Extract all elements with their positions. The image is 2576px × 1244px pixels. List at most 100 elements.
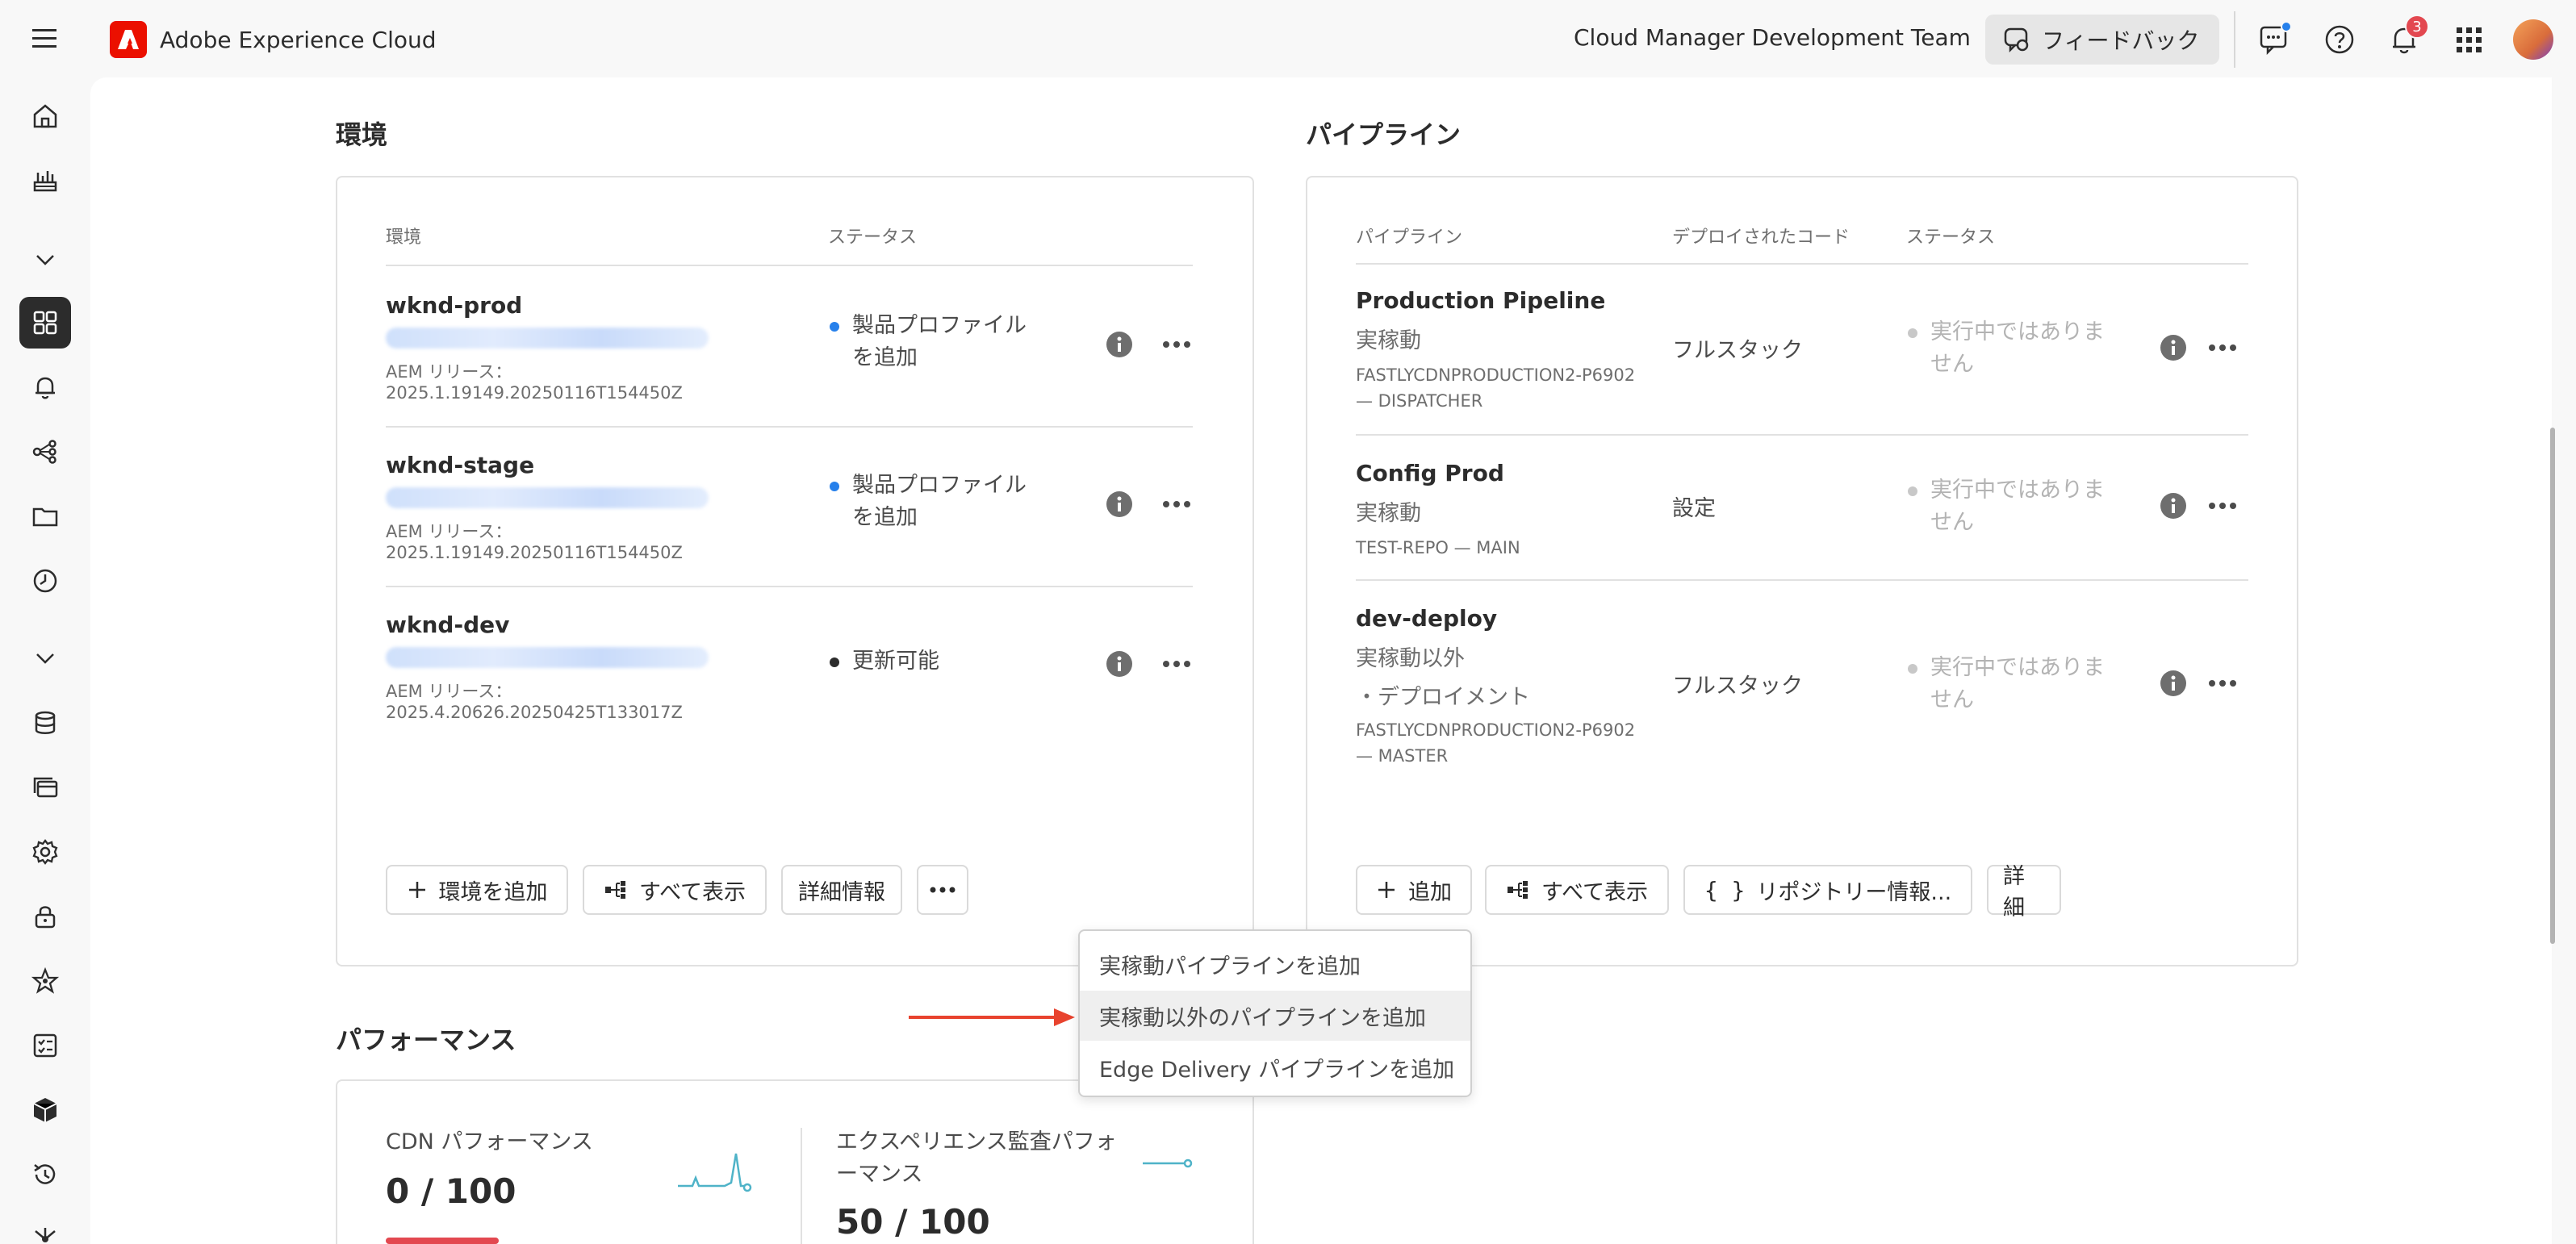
performance-card: CDN パフォーマンス 0 / 100 エクスペリエンス監査パフォ ーマンス 50… — [336, 1079, 1254, 1244]
experience-sparkline-icon — [1143, 1158, 1193, 1168]
cdn-performance-score: 0 / 100 — [386, 1171, 516, 1211]
status-dot — [830, 322, 839, 332]
info-icon[interactable] — [1106, 331, 1133, 358]
pipeline-type: 実稼動以外 — [1356, 646, 1465, 671]
apps-grid-icon[interactable] — [2452, 23, 2486, 56]
status-dot — [1908, 328, 1917, 338]
pipeline-repo-branch: — DISPATCHER — [1356, 391, 1483, 411]
user-avatar[interactable] — [2513, 19, 2553, 60]
more-actions-icon[interactable] — [1159, 491, 1194, 518]
home-icon[interactable] — [19, 90, 71, 142]
scrollbar-track[interactable] — [2552, 77, 2576, 1244]
env-name-wknd-prod[interactable]: wknd-prod — [386, 292, 522, 319]
env-name-wknd-stage[interactable]: wknd-stage — [386, 452, 534, 478]
divider — [386, 426, 1193, 428]
env-release-version: 2025.1.19149.20250116T154450Z — [386, 543, 683, 562]
hamburger-menu-icon[interactable] — [29, 24, 61, 53]
activity-icon[interactable] — [19, 155, 71, 207]
environments-card: 環境 ステータス wknd-prod AEM リリース： 2025.1.1914… — [336, 176, 1254, 966]
performance-section-title: パフォーマンス — [336, 1025, 516, 1055]
divider — [1356, 434, 2248, 436]
more-actions-icon[interactable] — [2205, 492, 2240, 520]
show-all-pipelines-button[interactable]: すべて表示 — [1485, 865, 1669, 915]
env-status-col-header: ステータス — [828, 228, 918, 248]
env-release-version: 2025.1.19149.20250116T154450Z — [386, 383, 683, 403]
more-actions-icon[interactable] — [1159, 331, 1194, 358]
status-text: 実行中ではありま せん — [1930, 478, 2105, 535]
status-dot — [830, 657, 839, 667]
add-pipeline-button[interactable]: 追加 — [1356, 865, 1472, 915]
status-text: 実行中ではありま せん — [1930, 655, 2105, 712]
pipeline-name-production[interactable]: Production Pipeline — [1356, 287, 1605, 314]
environment-more-button[interactable] — [917, 865, 968, 915]
more-actions-icon[interactable] — [2205, 334, 2240, 361]
menu-item-add-production-pipeline[interactable]: 実稼動パイプラインを追加 — [1080, 939, 1470, 989]
menu-item-add-non-production-pipeline[interactable]: 実稼動以外のパイプラインを追加 — [1080, 991, 1470, 1041]
settings-gear-icon[interactable] — [19, 826, 71, 878]
star-network-icon[interactable] — [19, 955, 71, 1007]
dashboard-icon[interactable] — [19, 297, 71, 349]
add-pipeline-menu: 実稼動パイプラインを追加 実稼動以外のパイプラインを追加 Edge Delive… — [1078, 929, 1472, 1097]
info-icon[interactable] — [2160, 492, 2187, 520]
help-icon[interactable] — [2323, 23, 2356, 56]
brand[interactable]: Adobe Experience Cloud — [110, 21, 437, 58]
redacted-url — [386, 487, 709, 508]
status-text[interactable]: 製品プロファイル を追加 — [852, 470, 1027, 534]
bell-icon[interactable] — [19, 361, 71, 413]
pipelines-card: パイプライン デプロイされたコード ステータス Production Pipel… — [1306, 176, 2298, 966]
network-nodes-icon[interactable] — [19, 1213, 71, 1244]
show-all-environments-button[interactable]: すべて表示 — [583, 865, 767, 915]
repository-info-button[interactable]: { } リポジトリー情報... — [1683, 865, 1972, 915]
env-release-version: 2025.4.20626.20250425T133017Z — [386, 703, 683, 722]
more-actions-icon[interactable] — [2205, 670, 2240, 697]
scrollbar-thumb[interactable] — [2550, 428, 2555, 944]
feedback-label: フィードバック — [2042, 27, 2200, 54]
pipeline-name-config-prod[interactable]: Config Prod — [1356, 460, 1504, 486]
ellipsis-icon — [930, 887, 956, 893]
status-dot — [1908, 664, 1917, 674]
lock-icon[interactable] — [19, 891, 71, 942]
deployed-code-col-header: デプロイされたコード — [1672, 228, 1850, 248]
env-release-label: AEM リリース： — [386, 522, 512, 541]
plus-icon — [1378, 882, 1395, 898]
notification-count-badge: 3 — [2405, 15, 2429, 39]
collapse-chevron-2-icon[interactable] — [19, 632, 71, 684]
clock-history-icon[interactable] — [19, 555, 71, 607]
pipeline-status: 実行中ではありま せん — [1908, 652, 2105, 716]
env-name-wknd-dev[interactable]: wknd-dev — [386, 612, 509, 638]
divider — [1356, 263, 2248, 265]
toolbar-divider — [2234, 11, 2235, 68]
checklist-icon[interactable] — [19, 1020, 71, 1071]
package-cube-icon[interactable] — [19, 1084, 71, 1136]
restore-history-icon[interactable] — [19, 1149, 71, 1200]
feedback-button[interactable]: フィードバック — [1985, 15, 2219, 65]
more-actions-icon[interactable] — [1159, 650, 1194, 678]
pipeline-deployed-code: フルスタック — [1672, 674, 1803, 699]
info-icon[interactable] — [1106, 650, 1133, 678]
add-environment-button[interactable]: 環境を追加 — [386, 865, 568, 915]
folder-icon[interactable] — [19, 491, 71, 542]
database-icon[interactable] — [19, 697, 71, 749]
environment-details-button[interactable]: 詳細情報 — [781, 865, 902, 915]
info-icon[interactable] — [2160, 670, 2187, 697]
menu-item-add-edge-delivery-pipeline[interactable]: Edge Delivery パイプラインを追加 — [1080, 1042, 1470, 1092]
divider — [801, 1128, 802, 1244]
pipeline-repo-branch: — MASTER — [1356, 746, 1449, 766]
org-name[interactable]: Cloud Manager Development Team — [1574, 24, 1971, 51]
redacted-url — [386, 328, 709, 349]
workflow-icon[interactable] — [19, 426, 71, 478]
notifications-bell-icon[interactable]: 3 — [2387, 15, 2429, 56]
status-text[interactable]: 製品プロファイル を追加 — [852, 310, 1027, 374]
env-status: 製品プロファイル を追加 — [830, 470, 1027, 534]
pipeline-name-dev-deploy[interactable]: dev-deploy — [1356, 605, 1497, 632]
chat-icon[interactable] — [2258, 21, 2292, 56]
cards-icon[interactable] — [19, 762, 71, 813]
info-icon[interactable] — [2160, 334, 2187, 361]
status-text[interactable]: 更新可能 — [852, 645, 939, 678]
pipeline-details-button[interactable]: 詳細 — [1987, 864, 2061, 920]
collapse-chevron-icon[interactable] — [19, 234, 71, 286]
info-icon[interactable] — [1106, 491, 1133, 518]
pipeline-status-col-header: ステータス — [1906, 228, 1996, 248]
env-release-label: AEM リリース： — [386, 682, 512, 701]
pipeline-type: 実稼動 — [1356, 328, 1421, 353]
